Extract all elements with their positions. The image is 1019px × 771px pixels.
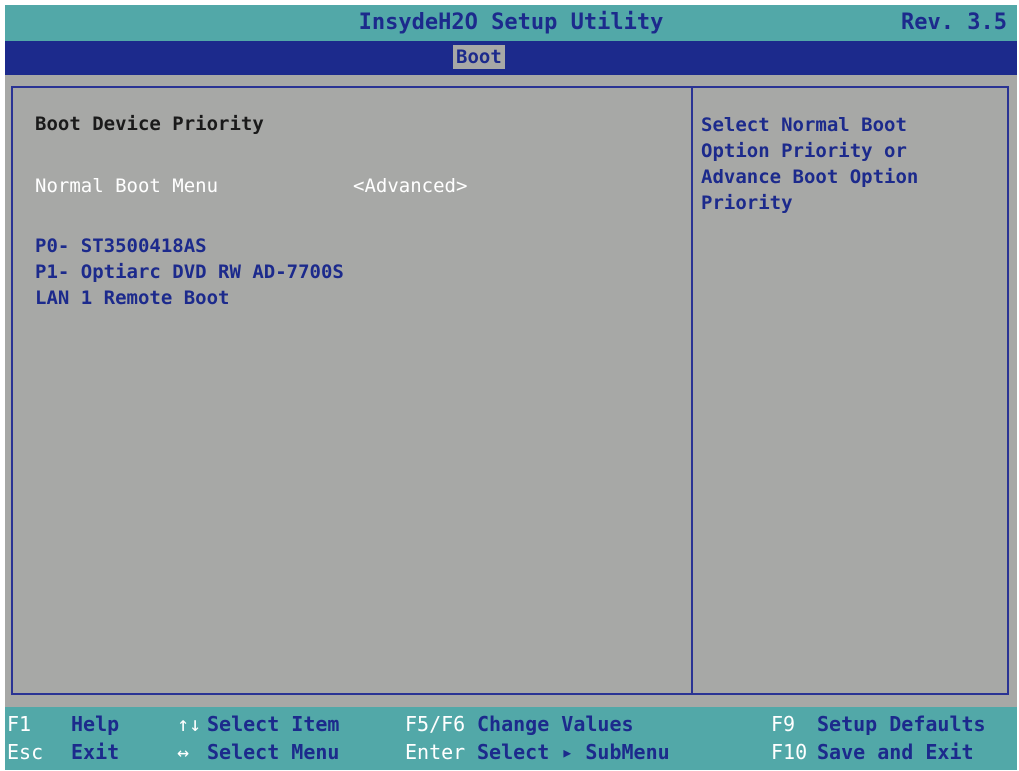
key-setup-defaults-label: Setup Defaults xyxy=(817,712,986,736)
key-setup-defaults: F9 Setup Defaults xyxy=(771,712,986,736)
key-legend-bar: F1 Help ↑↓ Select Item F5/F6 Change Values … xyxy=(5,707,1017,770)
key-exit-label: Exit xyxy=(71,740,120,764)
key-save-exit: F10 Save and Exit xyxy=(771,740,974,764)
boot-device-item[interactable]: P0- ST3500418AS xyxy=(35,235,207,257)
key-select-item: ↑↓ Select Item xyxy=(177,712,339,736)
f10-key: F10 xyxy=(771,740,808,764)
enter-key: Enter xyxy=(405,740,466,764)
key-change-values-label: Change Values xyxy=(477,712,634,736)
title-bar: InsydeH2O Setup Utility Rev. 3.5 xyxy=(5,5,1017,41)
normal-boot-menu-label[interactable]: Normal Boot Menu xyxy=(35,175,218,197)
panel-divider xyxy=(691,88,693,693)
key-select-item-label: Select Item xyxy=(207,712,340,736)
menu-bar: Boot xyxy=(5,41,1017,75)
key-select-menu-label: Select Menu xyxy=(207,740,340,764)
esc-key: Esc xyxy=(7,740,44,764)
bios-setup-screen: InsydeH2O Setup Utility Rev. 3.5 Boot Bo… xyxy=(5,5,1017,770)
revision-label: Rev. 3.5 xyxy=(901,10,1007,35)
boot-device-item[interactable]: LAN 1 Remote Boot xyxy=(35,287,229,309)
key-select-submenu-label: Select ▸ SubMenu xyxy=(477,740,670,764)
up-down-arrows-icon: ↑↓ xyxy=(177,712,202,736)
key-change-values: F5/F6 Change Values xyxy=(405,712,634,736)
key-exit: Esc Exit xyxy=(7,740,119,764)
key-help-label: Help xyxy=(71,712,120,736)
key-help: F1 Help xyxy=(7,712,119,736)
f1-key: F1 xyxy=(7,712,32,736)
key-select-submenu: Enter Select ▸ SubMenu xyxy=(405,740,670,764)
boot-device-item[interactable]: P1- Optiarc DVD RW AD-7700S xyxy=(35,261,344,283)
f9-key: F9 xyxy=(771,712,796,736)
help-text: Select Normal Boot Option Priority or Ad… xyxy=(701,114,919,214)
key-select-menu: ↔ Select Menu xyxy=(177,740,339,764)
left-right-arrows-icon: ↔ xyxy=(177,740,190,764)
app-title: InsydeH2O Setup Utility xyxy=(358,10,664,35)
key-save-exit-label: Save and Exit xyxy=(817,740,974,764)
section-heading: Boot Device Priority xyxy=(35,113,264,135)
f5-f6-key: F5/F6 xyxy=(405,712,466,736)
main-panel: Boot Device Priority Normal Boot Menu <A… xyxy=(11,86,1009,695)
normal-boot-menu-value[interactable]: <Advanced> xyxy=(353,175,467,197)
tab-boot[interactable]: Boot xyxy=(453,45,505,69)
